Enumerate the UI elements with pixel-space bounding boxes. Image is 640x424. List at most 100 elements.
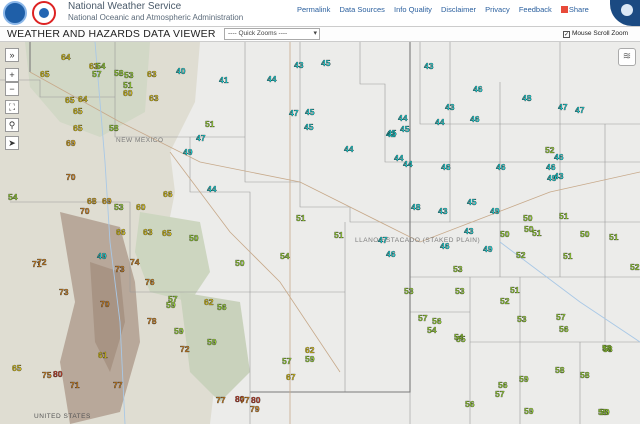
temperature-value[interactable]: 48 bbox=[522, 93, 532, 103]
temperature-value[interactable]: 63 bbox=[147, 69, 157, 79]
temperature-value[interactable]: 46 bbox=[473, 84, 483, 94]
link-permalink[interactable]: Permalink bbox=[297, 5, 330, 14]
temperature-value[interactable]: 57 bbox=[282, 356, 292, 366]
layers-icon[interactable]: ≋ bbox=[618, 48, 636, 66]
temperature-value[interactable]: 79 bbox=[250, 404, 260, 414]
temperature-value[interactable]: 43 bbox=[438, 206, 448, 216]
link-info-quality[interactable]: Info Quality bbox=[394, 5, 432, 14]
temperature-value[interactable]: 53 bbox=[517, 314, 527, 324]
temperature-value[interactable]: 46 bbox=[386, 249, 396, 259]
temperature-value[interactable]: 53 bbox=[404, 286, 414, 296]
locate-icon[interactable]: ➤ bbox=[5, 136, 19, 150]
temperature-value[interactable]: 46 bbox=[554, 152, 564, 162]
quick-zoom-select[interactable]: ---- Quick Zooms ---- bbox=[224, 28, 320, 40]
temperature-value[interactable]: 64 bbox=[78, 94, 88, 104]
temperature-value[interactable]: 57 bbox=[418, 313, 428, 323]
temperature-value[interactable]: 60 bbox=[136, 202, 146, 212]
temperature-value[interactable]: 51 bbox=[563, 251, 573, 261]
noaa-logo-icon[interactable] bbox=[3, 1, 27, 25]
temperature-value[interactable]: 51 bbox=[510, 285, 520, 295]
temperature-value[interactable]: 58 bbox=[109, 123, 119, 133]
temperature-value[interactable]: 44 bbox=[403, 159, 413, 169]
map-canvas[interactable]: NEW MEXICO LLANO ESTACADO (STAKED PLAIN)… bbox=[0, 42, 640, 424]
temperature-value[interactable]: 50 bbox=[500, 229, 510, 239]
temperature-value[interactable]: 59 bbox=[519, 374, 529, 384]
temperature-value[interactable]: 43 bbox=[424, 61, 434, 71]
temperature-value[interactable]: 48 bbox=[411, 202, 421, 212]
temperature-value[interactable]: 66 bbox=[116, 227, 126, 237]
temperature-value[interactable]: 59 bbox=[166, 300, 176, 310]
temperature-value[interactable]: 74 bbox=[130, 257, 140, 267]
temperature-value[interactable]: 59 bbox=[207, 337, 217, 347]
temperature-value[interactable]: 50 bbox=[235, 258, 245, 268]
temperature-value[interactable]: 49 bbox=[97, 251, 107, 261]
temperature-value[interactable]: 45 bbox=[387, 128, 397, 138]
temperature-value[interactable]: 47 bbox=[575, 105, 585, 115]
temperature-value[interactable]: 45 bbox=[400, 124, 410, 134]
nws-logo-icon[interactable] bbox=[32, 1, 56, 25]
temperature-value[interactable]: 46 bbox=[546, 162, 556, 172]
temperature-value[interactable]: 44 bbox=[435, 117, 445, 127]
temperature-value[interactable]: 50 bbox=[189, 233, 199, 243]
temperature-value[interactable]: 80 bbox=[53, 369, 63, 379]
temperature-value[interactable]: 58 bbox=[580, 370, 590, 380]
search-icon[interactable]: ⚲ bbox=[5, 118, 19, 132]
temperature-value[interactable]: 71 bbox=[70, 380, 80, 390]
temperature-value[interactable]: 70 bbox=[80, 206, 90, 216]
temperature-value[interactable]: 52 bbox=[516, 250, 526, 260]
temperature-value[interactable]: 58 bbox=[114, 68, 124, 78]
temperature-value[interactable]: 47 bbox=[196, 133, 206, 143]
temperature-value[interactable]: 78 bbox=[147, 316, 157, 326]
temperature-value[interactable]: 60 bbox=[123, 88, 133, 98]
temperature-value[interactable]: 52 bbox=[500, 296, 510, 306]
temperature-value[interactable]: 53 bbox=[124, 70, 134, 80]
temperature-value[interactable]: 65 bbox=[12, 363, 22, 373]
share-button[interactable]: Share bbox=[560, 5, 596, 14]
temperature-value[interactable]: 53 bbox=[114, 202, 124, 212]
temperature-value[interactable]: 69 bbox=[66, 138, 76, 148]
temperature-value[interactable]: 70 bbox=[66, 172, 76, 182]
temperature-value[interactable]: 46 bbox=[496, 162, 506, 172]
temperature-value[interactable]: 72 bbox=[180, 344, 190, 354]
temperature-value[interactable]: 47 bbox=[378, 235, 388, 245]
temperature-value[interactable]: 54 bbox=[96, 61, 106, 71]
temperature-value[interactable]: 58 bbox=[555, 365, 565, 375]
link-disclaimer[interactable]: Disclaimer bbox=[441, 5, 476, 14]
temperature-value[interactable]: 73 bbox=[115, 264, 125, 274]
temperature-value[interactable]: 51 bbox=[532, 228, 542, 238]
temperature-value[interactable]: 49 bbox=[490, 206, 500, 216]
temperature-value[interactable]: 56 bbox=[432, 316, 442, 326]
zoom-out-button[interactable]: − bbox=[5, 82, 19, 96]
temperature-value[interactable]: 53 bbox=[453, 264, 463, 274]
temperature-value[interactable]: 65 bbox=[65, 95, 75, 105]
temperature-value[interactable]: 64 bbox=[61, 52, 71, 62]
temperature-value[interactable]: 59 bbox=[174, 326, 184, 336]
temperature-value[interactable]: 56 bbox=[217, 302, 227, 312]
temperature-value[interactable]: 69 bbox=[102, 196, 112, 206]
temperature-value[interactable]: 43 bbox=[464, 226, 474, 236]
temperature-value[interactable]: 49 bbox=[183, 147, 193, 157]
temperature-value[interactable]: 49 bbox=[483, 244, 493, 254]
temperature-value[interactable]: 46 bbox=[440, 241, 450, 251]
temperature-value[interactable]: 65 bbox=[40, 69, 50, 79]
temperature-value[interactable]: 77 bbox=[240, 395, 250, 405]
temperature-value[interactable]: 50 bbox=[523, 213, 533, 223]
temperature-value[interactable]: 41 bbox=[219, 75, 229, 85]
temperature-value[interactable]: 45 bbox=[304, 122, 314, 132]
temperature-value[interactable]: 57 bbox=[556, 312, 566, 322]
temperature-value[interactable]: 43 bbox=[445, 102, 455, 112]
temperature-value[interactable]: 46 bbox=[470, 114, 480, 124]
temperature-value[interactable]: 58 bbox=[603, 344, 613, 354]
temperature-value[interactable]: 40 bbox=[176, 66, 186, 76]
link-data-sources[interactable]: Data Sources bbox=[339, 5, 384, 14]
temperature-value[interactable]: 45 bbox=[467, 197, 477, 207]
temperature-value[interactable]: 68 bbox=[87, 196, 97, 206]
zoom-in-button[interactable]: + bbox=[5, 68, 19, 82]
temperature-value[interactable]: 57 bbox=[495, 389, 505, 399]
temperature-value[interactable]: 67 bbox=[286, 372, 296, 382]
temperature-value[interactable]: 56 bbox=[559, 324, 569, 334]
temperature-value[interactable]: 47 bbox=[289, 108, 299, 118]
temperature-value[interactable]: 77 bbox=[216, 395, 226, 405]
temperature-value[interactable]: 51 bbox=[609, 232, 619, 242]
temperature-value[interactable]: 71 bbox=[32, 259, 42, 269]
